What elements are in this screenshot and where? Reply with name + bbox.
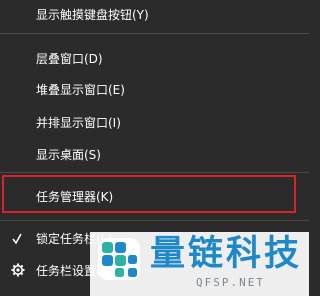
menu-item-label: 堆叠显示窗口(E) xyxy=(36,83,125,97)
menu-item-label: 层叠窗口(D) xyxy=(36,52,103,66)
menu-item-label: 并排显示窗口(I) xyxy=(36,116,121,130)
watermark-url: QFSP.NET xyxy=(196,276,265,289)
checkmark-icon xyxy=(12,233,22,245)
menu-item-stack-windows[interactable]: 堆叠显示窗口(E) xyxy=(36,80,125,100)
menu-item-label: 显示触摸键盘按钮(Y) xyxy=(36,8,149,22)
menu-separator xyxy=(0,33,309,34)
menu-item-side-by-side[interactable]: 并排显示窗口(I) xyxy=(36,113,121,133)
menu-item-show-desktop[interactable]: 显示桌面(S) xyxy=(36,145,101,165)
menu-separator xyxy=(0,172,309,173)
menu-separator xyxy=(0,220,309,221)
menu-item-label: 显示桌面(S) xyxy=(36,148,101,162)
menu-item-label: 任务管理器(K) xyxy=(36,190,114,204)
menu-item-cascade-windows[interactable]: 层叠窗口(D) xyxy=(36,49,103,69)
gear-icon xyxy=(11,263,25,277)
watermark-title: 量链科技 xyxy=(150,234,303,274)
menu-item-task-manager[interactable]: 任务管理器(K) xyxy=(36,187,113,207)
watermark-logo-icon xyxy=(98,238,140,280)
menu-item-show-touch-keyboard[interactable]: 显示触摸键盘按钮(Y) xyxy=(36,5,149,25)
